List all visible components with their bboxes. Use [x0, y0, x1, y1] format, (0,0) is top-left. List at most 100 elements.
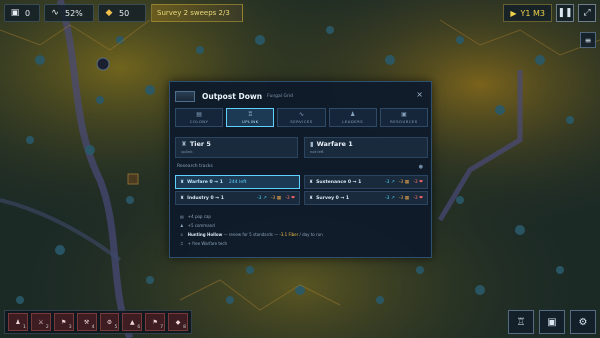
- pause-icon: ❚❚: [557, 8, 573, 18]
- tab-colony[interactable]: ▤ COLONY: [175, 108, 224, 127]
- population-icon: ▤: [180, 214, 184, 219]
- build-button[interactable]: ♖: [508, 310, 534, 334]
- slot-number: 5: [114, 325, 118, 330]
- tab-colony-label: COLONY: [189, 119, 209, 124]
- modal-tabs: ▤ COLONY ♖ UPLINK ∿ SERVICES ♟ LEADERS ▣…: [175, 108, 429, 127]
- bottom-right-controls: ♖ ▣ ⚙: [508, 310, 596, 334]
- outpost-thumbnail: [175, 90, 195, 102]
- settings-button[interactable]: ⚙: [570, 310, 596, 334]
- warfare-box: ▮ Warfare 1 not left: [304, 137, 428, 158]
- hud-resource-3-value: 50: [119, 8, 130, 18]
- resources-icon: ▣: [401, 111, 407, 118]
- outpost-modal: Outpost Down Fungal Grid × ▤ COLONY ♖ UP…: [169, 81, 432, 258]
- unit-slot[interactable]: ⚙ 5: [99, 313, 120, 331]
- cost-item: -3 ❤: [413, 195, 423, 201]
- research-tracks-label: Research tracks: [177, 164, 213, 169]
- expand-icon: ⤢: [583, 8, 591, 18]
- note-bold: Hunting Hollow: [187, 232, 223, 237]
- unit-slot[interactable]: ▲ 6: [122, 313, 143, 331]
- unit-icon: ⚑: [60, 318, 67, 326]
- info-icon[interactable]: ●: [419, 164, 423, 170]
- slot-number: 6: [137, 325, 141, 330]
- unit-icon: ⚔: [38, 318, 44, 326]
- survey-progress-bar[interactable]: Survey 2 sweeps 2/3: [151, 4, 243, 22]
- tab-leaders[interactable]: ♟ LEADERS: [328, 108, 377, 127]
- tier-icon: ♜: [181, 140, 187, 148]
- cost-item: -3 ❤: [285, 195, 295, 201]
- warfare-sub: not left: [310, 149, 324, 154]
- slot-number: 4: [91, 325, 95, 330]
- box-icon: ▣: [10, 8, 20, 18]
- hud-resource-1[interactable]: ▣ 0: [4, 4, 40, 22]
- coin-icon: ◆: [105, 8, 113, 18]
- track-survey[interactable]: ♜ Survey 0 → 1 -3 ↗ -3 ▦ -3 ❤: [304, 191, 428, 205]
- top-right-controls: ▶ Y1 M3 ❚❚ ⤢: [503, 4, 596, 22]
- modal-title: Outpost Down: [202, 91, 263, 101]
- unit-icon: ⚑: [152, 318, 158, 326]
- note-tail: / day to run: [298, 232, 323, 237]
- industry-track-icon: ♜: [180, 195, 185, 201]
- survey-text: Survey 2 sweeps 2/3: [157, 9, 230, 17]
- pause-button[interactable]: ❚❚: [556, 4, 574, 22]
- year-indicator[interactable]: ▶ Y1 M3: [503, 4, 552, 22]
- track-warfare[interactable]: ♜ Warfare 0 → 1 244 left: [175, 175, 300, 189]
- cost-item: -3 ▦: [398, 179, 410, 185]
- note-item: ♕ Hunting Hollow — renew for 5 standards…: [180, 230, 420, 239]
- cost-item: -3 ↗: [384, 179, 395, 185]
- cost-item: -3 ❤: [413, 179, 423, 185]
- track-name: Sustenance 0 → 1: [316, 179, 362, 185]
- inventory-button[interactable]: ▣: [539, 310, 565, 334]
- track-industry[interactable]: ♜ Industry 0 → 1 -3 ↗ -3 ▦ -3 ❤: [175, 191, 300, 205]
- track-name: Warfare 0 → 1: [187, 179, 223, 185]
- unit-slot[interactable]: ♟ 1: [8, 313, 28, 331]
- slot-number: 8: [183, 325, 186, 330]
- tab-leaders-label: LEADERS: [342, 119, 364, 124]
- side-menu-button[interactable]: ≡: [580, 32, 596, 48]
- tier-label: Tier 5: [189, 140, 211, 148]
- unit-icon: ◆: [175, 318, 181, 326]
- note-text: +5 command: [187, 223, 215, 228]
- unit-icon: ▲: [130, 318, 135, 326]
- fullscreen-button[interactable]: ⤢: [578, 4, 596, 22]
- cost-item: -3 ▦: [270, 195, 282, 201]
- note-item: ▤ +4 pop cap: [180, 212, 420, 221]
- cost-item: -3 ▦: [398, 195, 410, 201]
- signal-icon: ∿: [51, 8, 59, 18]
- unit-slot[interactable]: ⚑ 3: [53, 313, 74, 331]
- gear-icon: ⚙: [578, 316, 588, 328]
- unit-slot[interactable]: ⚑ 7: [145, 313, 166, 331]
- tab-services[interactable]: ∿ SERVICES: [277, 108, 326, 127]
- list-icon: ≡: [584, 35, 592, 45]
- services-icon: ∿: [298, 111, 305, 118]
- close-icon[interactable]: ×: [416, 90, 423, 99]
- hud-resource-2-value: 52%: [65, 8, 83, 18]
- track-sustenance[interactable]: ♜ Sustenance 0 → 1 -3 ↗ -3 ▦ -3 ❤: [304, 175, 428, 189]
- tab-resources[interactable]: ▣ RESOURCES: [379, 108, 429, 127]
- hud-resource-2[interactable]: ∿ 52%: [44, 4, 94, 22]
- play-icon: ▶: [510, 8, 517, 18]
- unit-slot[interactable]: ⚒ 4: [76, 313, 97, 331]
- unit-slot[interactable]: ◆ 8: [168, 313, 188, 331]
- note-text: + free Warfare tech: [187, 241, 228, 246]
- building-icon: ♕: [180, 232, 184, 237]
- hud-resource-3[interactable]: ◆ 50: [98, 4, 146, 22]
- warfare-icon: ▮: [310, 140, 314, 148]
- track-costs: -3 ↗ -3 ▦ -3 ❤: [385, 196, 423, 201]
- warfare-label: Warfare 1: [316, 140, 353, 148]
- unit-slot[interactable]: ⚔ 2: [30, 313, 51, 331]
- tier-box: ♜ Tier 5 uplink: [175, 137, 298, 158]
- colony-icon: ▤: [196, 111, 202, 118]
- tab-uplink[interactable]: ♖ UPLINK: [226, 108, 275, 127]
- year-label: Y1 M3: [520, 8, 545, 18]
- modal-header: Outpost Down Fungal Grid ×: [175, 87, 426, 105]
- slot-number: 1: [23, 325, 26, 330]
- tab-resources-label: RESOURCES: [390, 119, 418, 124]
- unit-bar: ♟ 1 ⚔ 2 ⚑ 3 ⚒ 4 ⚙ 5 ▲ 6 ⚑ 7 ◆ 8: [4, 310, 192, 334]
- survey-track-icon: ♜: [309, 195, 314, 201]
- unit-icon: ♟: [15, 318, 21, 326]
- tier-sub: uplink: [181, 149, 193, 154]
- track-name: Survey 0 → 1: [316, 195, 350, 201]
- bonus-notes: ▤ +4 pop cap ♟ +5 command ♕ Hunting Holl…: [180, 212, 420, 248]
- uplink-icon: ♖: [247, 111, 253, 118]
- sustenance-track-icon: ♜: [309, 179, 314, 185]
